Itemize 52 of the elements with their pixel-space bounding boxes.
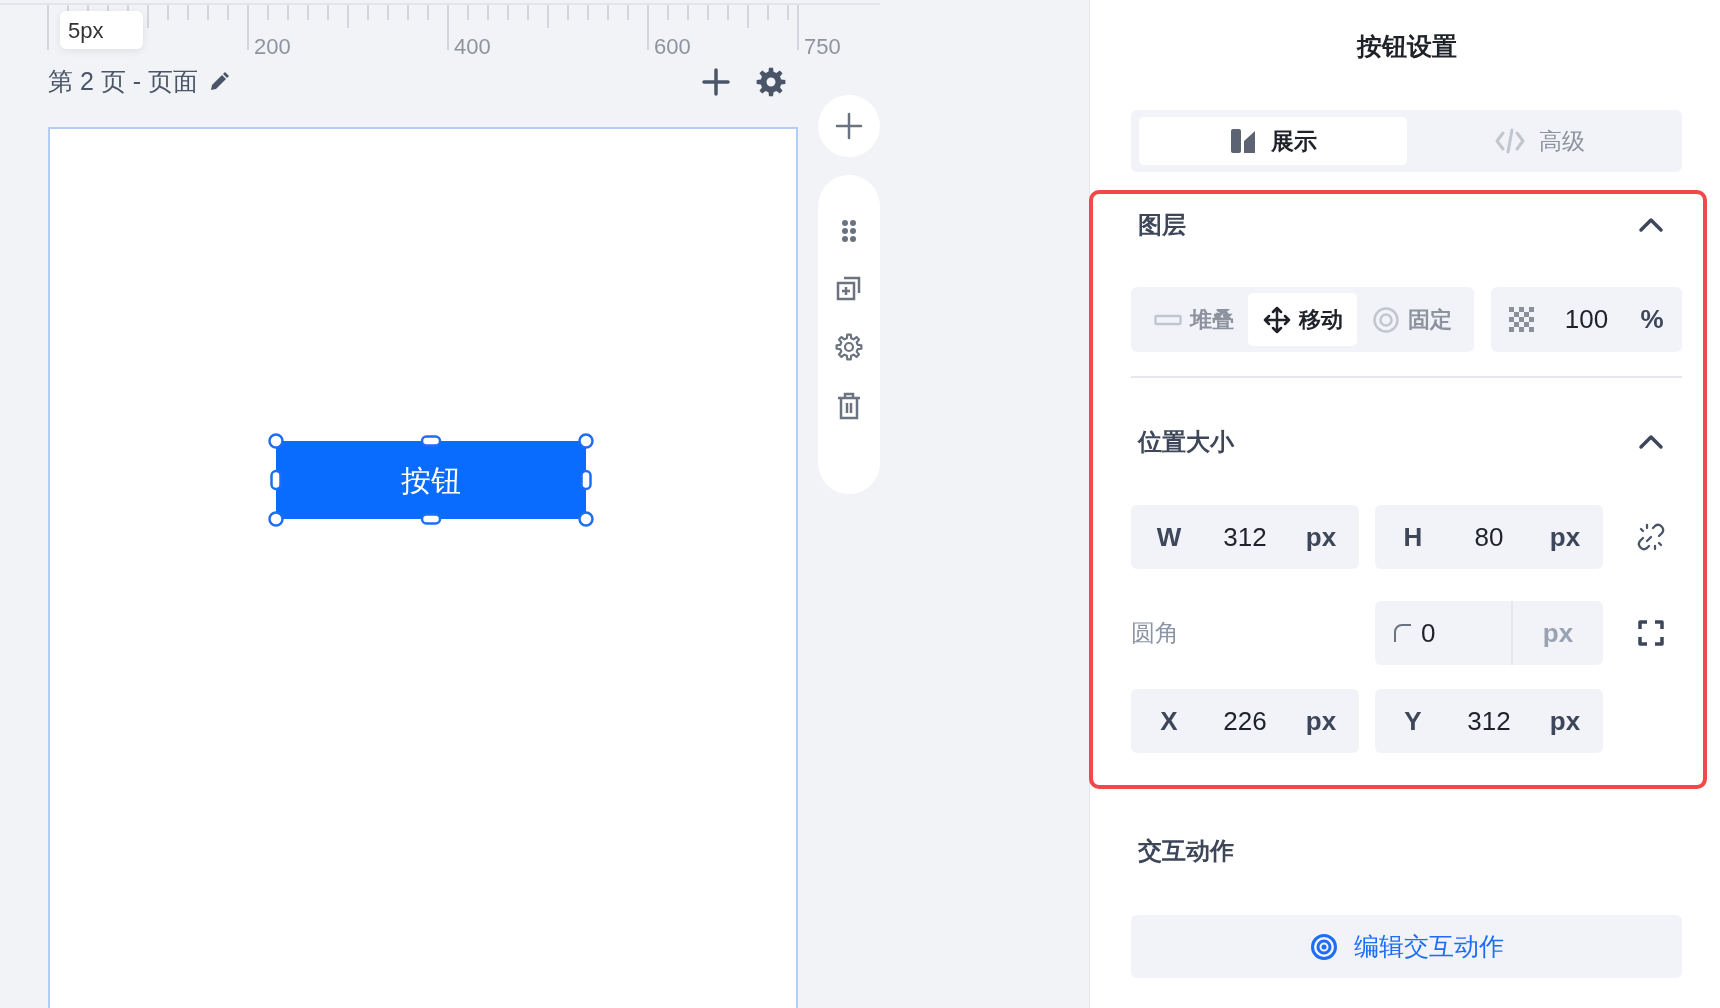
plus-icon xyxy=(835,112,863,140)
page-title: 第 2 页 - 页面 xyxy=(48,66,198,98)
bar-icon xyxy=(1153,313,1182,326)
unit-label: px xyxy=(1549,704,1581,738)
move-icon xyxy=(1262,305,1291,334)
unit-label: px xyxy=(1549,520,1581,554)
corner-icon xyxy=(1393,623,1413,643)
value-input[interactable]: 0 xyxy=(1421,613,1481,653)
tab[interactable]: 展示 xyxy=(1139,117,1407,165)
ruler-label: 200 xyxy=(254,33,291,61)
ruler-label: 750 xyxy=(804,33,841,61)
delete-icon[interactable] xyxy=(836,392,862,420)
panel-title: 按钮设置 xyxy=(1355,31,1458,62)
field-label: Y xyxy=(1404,704,1422,738)
unit-label: % xyxy=(1640,303,1664,336)
field-label: H xyxy=(1403,520,1423,554)
duplicate-icon[interactable] xyxy=(835,274,863,302)
mode-option[interactable]: 移动 xyxy=(1248,293,1357,346)
settings-icon[interactable] xyxy=(835,333,863,361)
settings-icon[interactable] xyxy=(756,67,786,97)
value-input[interactable]: 80 xyxy=(1454,517,1524,557)
layout-icon xyxy=(1228,127,1257,155)
section-title: 图层 xyxy=(1138,210,1186,240)
field-label: X xyxy=(1160,704,1178,738)
selection-handles[interactable] xyxy=(266,431,596,529)
drag-handle-icon[interactable] xyxy=(840,219,858,243)
target-icon xyxy=(1371,305,1400,334)
edit-interaction-button[interactable]: 编辑交互动作 xyxy=(1131,915,1682,978)
ruler-label: 600 xyxy=(654,33,691,61)
field-label: W xyxy=(1156,520,1182,554)
opacity-input[interactable]: 100 xyxy=(1551,300,1622,339)
pencil-icon[interactable] xyxy=(208,71,230,93)
target-icon xyxy=(1309,932,1338,961)
unit-label: px xyxy=(1511,601,1603,665)
field-label: 圆角 xyxy=(1131,618,1180,648)
code-icon xyxy=(1495,127,1526,155)
unlink-icon[interactable] xyxy=(1636,523,1665,551)
section-title: 交互动作 xyxy=(1138,836,1234,866)
value-input[interactable]: 312 xyxy=(1454,701,1524,741)
unit-label: px xyxy=(1305,704,1337,738)
chevron-up-icon[interactable] xyxy=(1638,217,1664,233)
unit-label: px xyxy=(1305,520,1337,554)
expand-icon[interactable] xyxy=(1637,620,1664,646)
ruler-tooltip: 5px xyxy=(60,11,143,49)
ruler-label: 400 xyxy=(454,33,491,61)
checkerboard-icon xyxy=(1508,307,1534,332)
value-input[interactable]: 226 xyxy=(1210,701,1280,741)
canvas-button[interactable]: 按钮 xyxy=(276,441,586,519)
chevron-up-icon[interactable] xyxy=(1638,434,1664,450)
value-input[interactable]: 312 xyxy=(1210,517,1280,557)
plus-icon[interactable] xyxy=(702,68,730,96)
section-title: 位置大小 xyxy=(1138,427,1234,457)
